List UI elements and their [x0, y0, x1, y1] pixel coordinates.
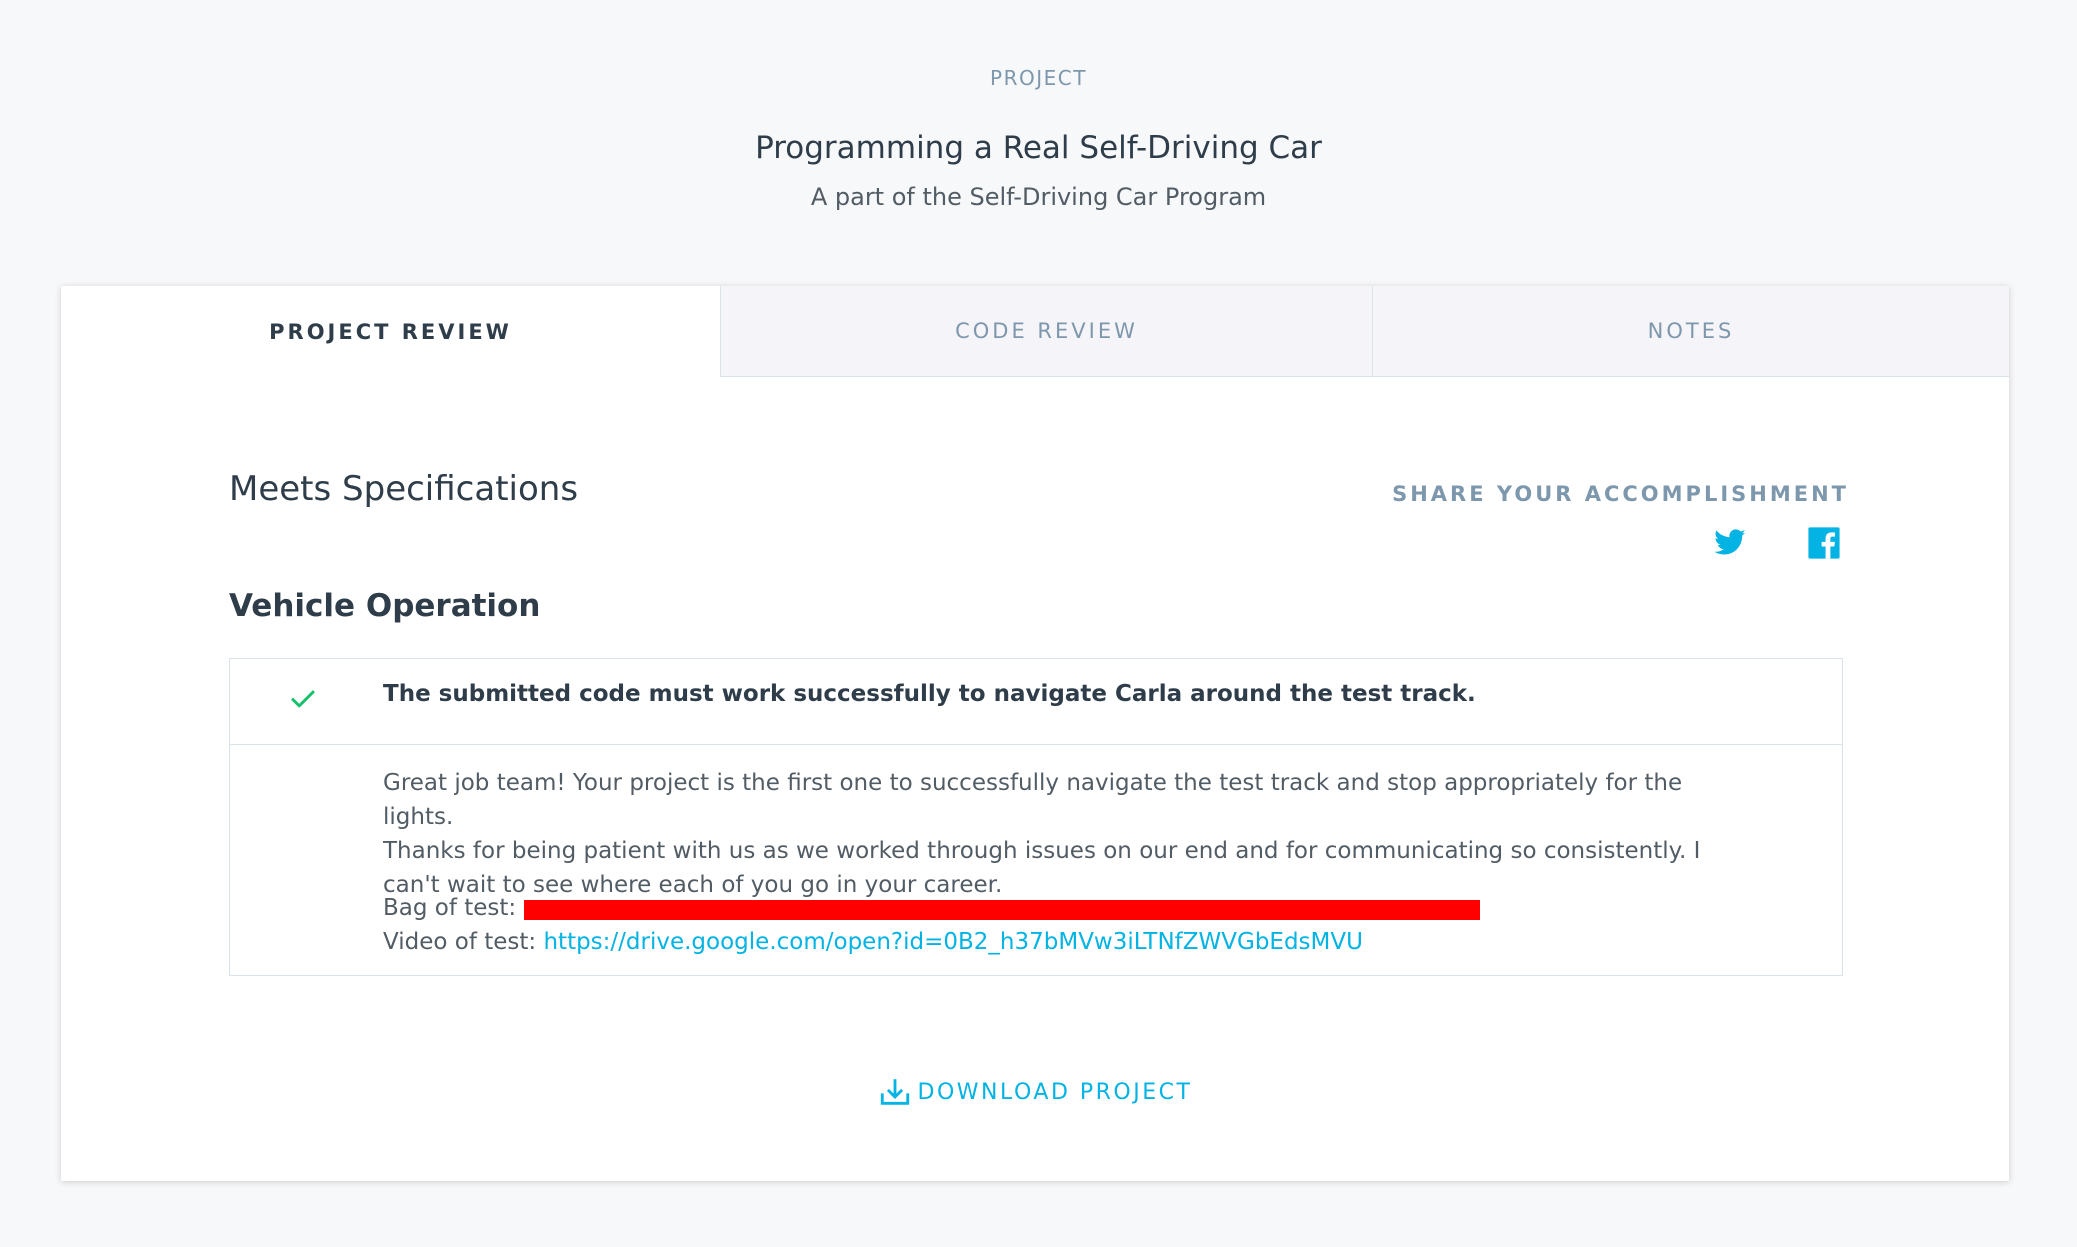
video-of-test-row: Video of test: https://drive.google.com/…	[383, 925, 1480, 959]
page-subtitle: A part of the Self-Driving Car Program	[810, 183, 1267, 211]
share-label: SHARE YOUR ACCOMPLISHMENT	[1392, 482, 1849, 506]
facebook-icon[interactable]	[1807, 526, 1841, 560]
review-card: PROJECT REVIEW CODE REVIEW NOTES Meets S…	[61, 286, 2009, 1181]
tab-code-review[interactable]: CODE REVIEW	[720, 286, 1372, 377]
video-of-test-link[interactable]: https://drive.google.com/open?id=0B2_h37…	[543, 929, 1362, 955]
spec-text: The submitted code must work successfull…	[383, 681, 1476, 707]
rubric-header: The submitted code must work successfull…	[230, 659, 1842, 745]
download-icon	[880, 1079, 909, 1105]
section-title: Vehicle Operation	[229, 588, 541, 624]
review-comment-line: Great job team! Your project is the firs…	[383, 770, 1683, 830]
twitter-icon[interactable]	[1713, 526, 1747, 560]
review-status: Meets Specifications	[229, 469, 579, 509]
review-comment: Great job team! Your project is the firs…	[383, 766, 1713, 902]
page-title: Programming a Real Self-Driving Car	[755, 130, 1322, 166]
bag-of-test-label: Bag of test:	[383, 895, 524, 921]
share-icons	[1713, 526, 1841, 560]
bag-of-test-row: Bag of test:	[383, 891, 1480, 925]
tab-bar: PROJECT REVIEW CODE REVIEW NOTES	[61, 286, 2009, 377]
download-project-button[interactable]: DOWNLOAD PROJECT	[61, 1075, 2009, 1109]
download-project-label: DOWNLOAD PROJECT	[917, 1079, 1193, 1105]
check-icon	[291, 690, 315, 708]
bag-of-test-link-redacted[interactable]	[523, 896, 1480, 922]
tab-notes[interactable]: NOTES	[1372, 286, 2009, 377]
review-comment-line: Thanks for being patient with us as we w…	[383, 838, 1701, 864]
tab-project-review[interactable]: PROJECT REVIEW	[61, 286, 720, 377]
rubric-item: The submitted code must work successfull…	[229, 658, 1843, 976]
page-eyebrow: PROJECT	[990, 66, 1087, 90]
video-of-test-label: Video of test:	[383, 929, 544, 955]
review-links: Bag of test: Video of test: https://driv…	[383, 891, 1480, 959]
redaction-bar	[523, 899, 1480, 920]
